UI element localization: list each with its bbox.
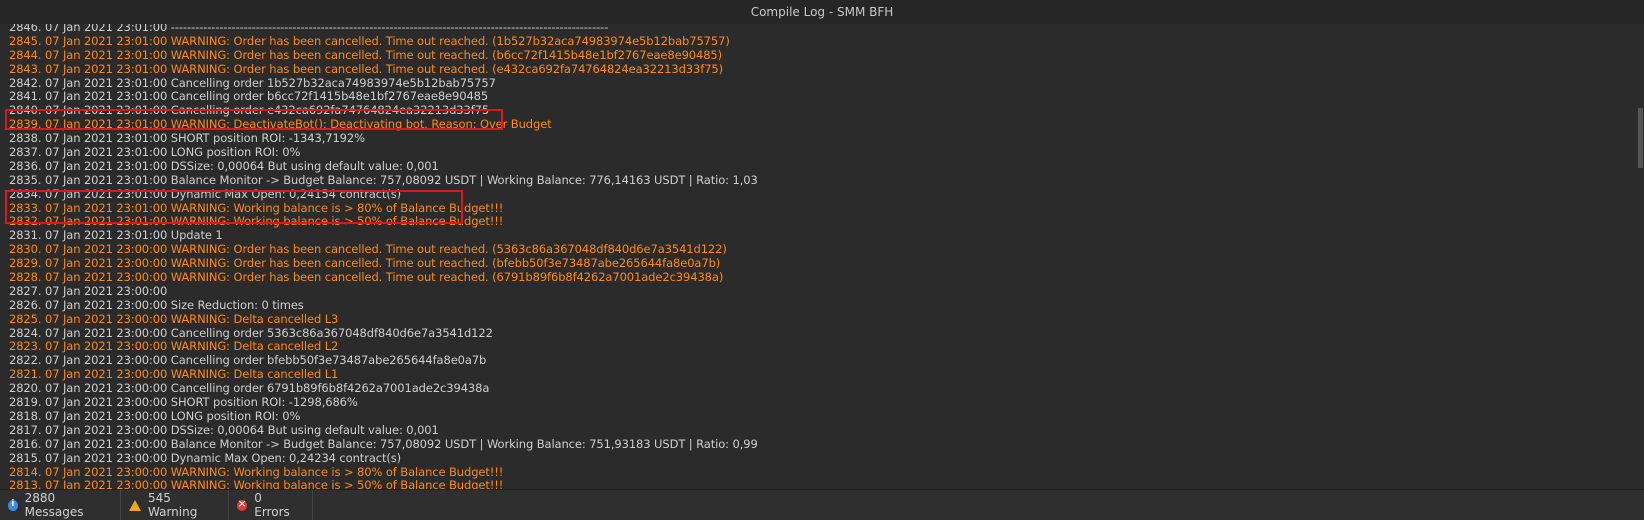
log-line[interactable]: 2842. 07 Jan 2021 23:01:00 Cancelling or… (9, 76, 1624, 91)
log-line-warning[interactable]: 2845. 07 Jan 2021 23:01:00 WARNING: Orde… (9, 34, 1624, 49)
log-line-warning[interactable]: 2825. 07 Jan 2021 23:00:00 WARNING: Delt… (9, 312, 1624, 327)
log-line[interactable]: 2835. 07 Jan 2021 23:01:00 Balance Monit… (9, 173, 1624, 188)
log-line-warning[interactable]: 2839. 07 Jan 2021 23:01:00 WARNING: Deac… (9, 117, 1624, 132)
log-line-warning[interactable]: 2832. 07 Jan 2021 23:01:00 WARNING: Work… (9, 215, 1624, 229)
log-line[interactable]: 2816. 07 Jan 2021 23:00:00 Balance Monit… (9, 437, 1624, 452)
log-line-warning[interactable]: 2829. 07 Jan 2021 23:00:00 WARNING: Orde… (9, 256, 1624, 271)
log-line-warning[interactable]: 2843. 07 Jan 2021 23:01:00 WARNING: Orde… (9, 62, 1624, 77)
warning-icon (129, 499, 141, 511)
log-line[interactable]: 2841. 07 Jan 2021 23:01:00 Cancelling or… (9, 90, 1624, 104)
log-line-warning[interactable]: 2830. 07 Jan 2021 23:00:00 WARNING: Orde… (9, 242, 1624, 257)
log-line[interactable]: 2826. 07 Jan 2021 23:00:00 Size Reductio… (9, 298, 1624, 313)
log-line[interactable]: 2836. 07 Jan 2021 23:01:00 DSSize: 0,000… (9, 159, 1624, 174)
log-panel[interactable]: 2846. 07 Jan 2021 23:01:00 -------------… (0, 24, 1644, 489)
title-bar: Compile Log - SMM BFH (0, 0, 1644, 25)
log-line[interactable]: 2834. 07 Jan 2021 23:01:00 Dynamic Max O… (9, 187, 1624, 202)
messages-filter-tab[interactable]: 2880 Messages (0, 490, 121, 520)
log-line[interactable]: 2822. 07 Jan 2021 23:00:00 Cancelling or… (9, 353, 1624, 368)
messages-count: 2880 Messages (24, 491, 84, 519)
warnings-filter-tab[interactable]: 545 Warning (121, 490, 229, 520)
log-list: 2846. 07 Jan 2021 23:01:00 -------------… (9, 24, 1624, 489)
log-line[interactable]: 2820. 07 Jan 2021 23:00:00 Cancelling or… (9, 381, 1624, 396)
log-line-warning[interactable]: 2814. 07 Jan 2021 23:00:00 WARNING: Work… (9, 465, 1624, 480)
log-line[interactable]: 2840. 07 Jan 2021 23:01:00 Cancelling or… (9, 103, 1624, 118)
error-icon (237, 497, 248, 511)
warnings-count: 545 Warning (148, 491, 198, 519)
log-line-warning[interactable]: 2828. 07 Jan 2021 23:00:00 WARNING: Orde… (9, 270, 1624, 285)
status-bar: 2880 Messages 545 Warning 0 Errors (0, 489, 1644, 520)
log-line-warning[interactable]: 2844. 07 Jan 2021 23:01:00 WARNING: Orde… (9, 48, 1624, 63)
log-line-warning[interactable]: 2813. 07 Jan 2021 23:00:00 WARNING: Work… (9, 478, 1624, 489)
errors-count: 0 Errors (254, 491, 290, 519)
log-line[interactable]: 2824. 07 Jan 2021 23:00:00 Cancelling or… (9, 326, 1624, 341)
scrollbar[interactable] (1636, 24, 1644, 489)
log-line[interactable]: 2827. 07 Jan 2021 23:00:00 (9, 284, 1624, 299)
scrollbar-thumb[interactable] (1638, 108, 1643, 168)
log-line[interactable]: 2831. 07 Jan 2021 23:01:00 Update 1 (9, 228, 1624, 243)
log-line-warning[interactable]: 2821. 07 Jan 2021 23:00:00 WARNING: Delt… (9, 367, 1624, 382)
log-line[interactable]: 2817. 07 Jan 2021 23:00:00 DSSize: 0,000… (9, 423, 1624, 438)
log-line[interactable]: 2838. 07 Jan 2021 23:01:00 SHORT positio… (9, 131, 1624, 146)
log-line-warning[interactable]: 2833. 07 Jan 2021 23:01:00 WARNING: Work… (9, 201, 1624, 216)
log-line-warning[interactable]: 2823. 07 Jan 2021 23:00:00 WARNING: Delt… (9, 340, 1624, 354)
window-title: Compile Log - SMM BFH (750, 5, 894, 19)
log-line[interactable]: 2819. 07 Jan 2021 23:00:00 SHORT positio… (9, 395, 1624, 410)
errors-filter-tab[interactable]: 0 Errors (229, 490, 313, 520)
info-icon (8, 499, 18, 511)
log-line[interactable]: 2837. 07 Jan 2021 23:01:00 LONG position… (9, 145, 1624, 160)
log-line[interactable]: 2815. 07 Jan 2021 23:00:00 Dynamic Max O… (9, 451, 1624, 466)
log-line[interactable]: 2818. 07 Jan 2021 23:00:00 LONG position… (9, 409, 1624, 424)
